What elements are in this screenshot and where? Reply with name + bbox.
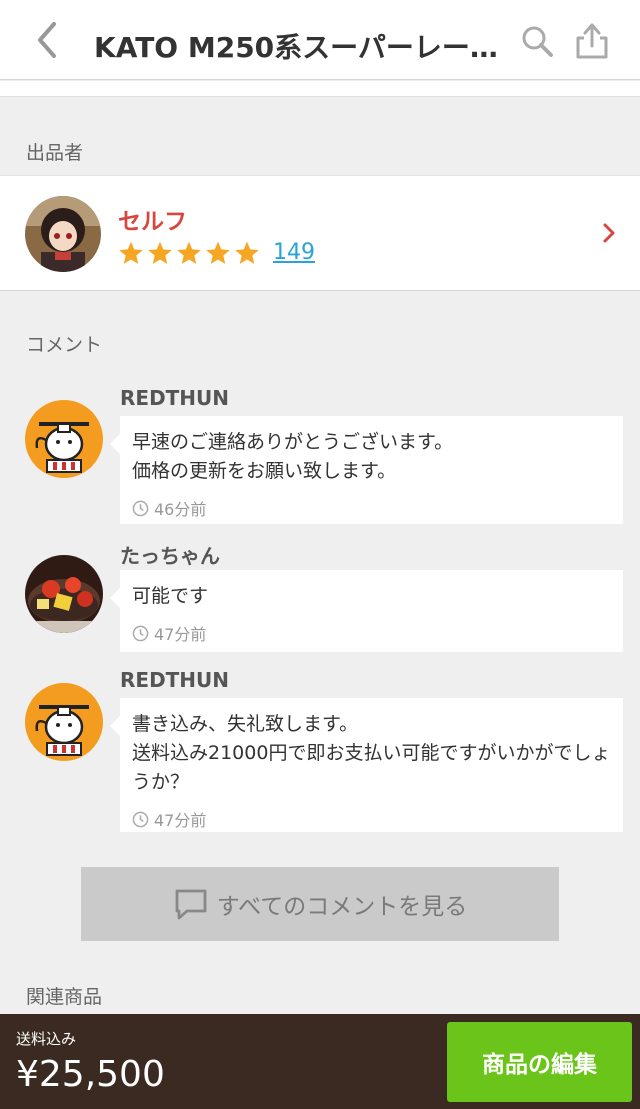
comment-bubble: 早速のご連絡ありがとうございます。 価格の更新をお願い致します。 46分前 [110, 416, 623, 524]
comment-username[interactable]: REDTHUN [120, 668, 229, 692]
comment-bubble-icon [175, 889, 207, 920]
star-icon [206, 241, 230, 264]
item-price: ¥25,500 [16, 1054, 165, 1095]
commenter-avatar[interactable] [25, 400, 103, 478]
comments-section-label: コメント [26, 334, 103, 356]
seller-section-label: 出品者 [26, 142, 84, 164]
comment-username[interactable]: たっちゃん [120, 540, 220, 569]
seller-card[interactable]: セルフ 149 [0, 175, 640, 291]
clock-icon [132, 625, 149, 641]
view-all-comments-button[interactable]: すべてのコメントを見る [81, 867, 559, 941]
share-button[interactable] [574, 20, 610, 60]
rating-count-link[interactable]: 149 [273, 240, 315, 265]
app-header: KATO M250系スーパーレー… [0, 0, 640, 80]
page-title: KATO M250系スーパーレー… [94, 31, 498, 64]
comment-timestamp: 47分前 [132, 621, 611, 645]
seller-rating-stars [118, 240, 260, 270]
comment-timestamp: 47分前 [132, 807, 611, 831]
star-icon [177, 241, 201, 264]
share-icon [576, 23, 608, 59]
comment-username[interactable]: REDTHUN [120, 386, 229, 410]
comment-text: 可能です [132, 585, 209, 607]
search-button[interactable] [520, 24, 554, 58]
edit-item-button[interactable]: 商品の編集 [447, 1022, 632, 1102]
comment-bubble: 可能です 47分前 [110, 570, 623, 652]
back-chevron-icon [38, 22, 56, 58]
comment-time-label: 47分前 [154, 625, 207, 644]
clock-icon [132, 500, 149, 516]
clock-icon [132, 811, 149, 827]
comment-time-label: 46分前 [154, 500, 207, 519]
seller-name: セルフ [118, 209, 187, 235]
commenter-avatar[interactable] [25, 683, 103, 761]
comment-text: 早速のご連絡ありがとうございます。 価格の更新をお願い致します。 [132, 431, 454, 482]
star-icon [235, 241, 259, 264]
view-all-comments-label: すべてのコメントを見る [216, 894, 468, 920]
description-end-strip [0, 81, 640, 97]
comment-bubble: 書き込み、失礼致します。 送料込み21000円で即お支払い可能ですがいかがでしょ… [110, 698, 623, 832]
chevron-right-icon [603, 223, 615, 243]
shipping-included-label: 送料込み [16, 1030, 77, 1048]
star-icon [119, 241, 143, 264]
related-section-label: 関連商品 [26, 986, 103, 1008]
comment-timestamp: 46分前 [132, 496, 611, 520]
seller-avatar [25, 196, 101, 272]
comment-time-label: 47分前 [154, 811, 207, 830]
search-icon [522, 26, 553, 57]
bottom-purchase-bar: 送料込み ¥25,500 商品の編集 [0, 1014, 640, 1109]
back-button[interactable] [30, 20, 66, 60]
star-icon [148, 241, 172, 264]
commenter-avatar[interactable] [25, 555, 103, 633]
comment-text: 書き込み、失礼致します。 送料込み21000円で即お支払い可能ですがいかがでしょ… [132, 713, 611, 793]
